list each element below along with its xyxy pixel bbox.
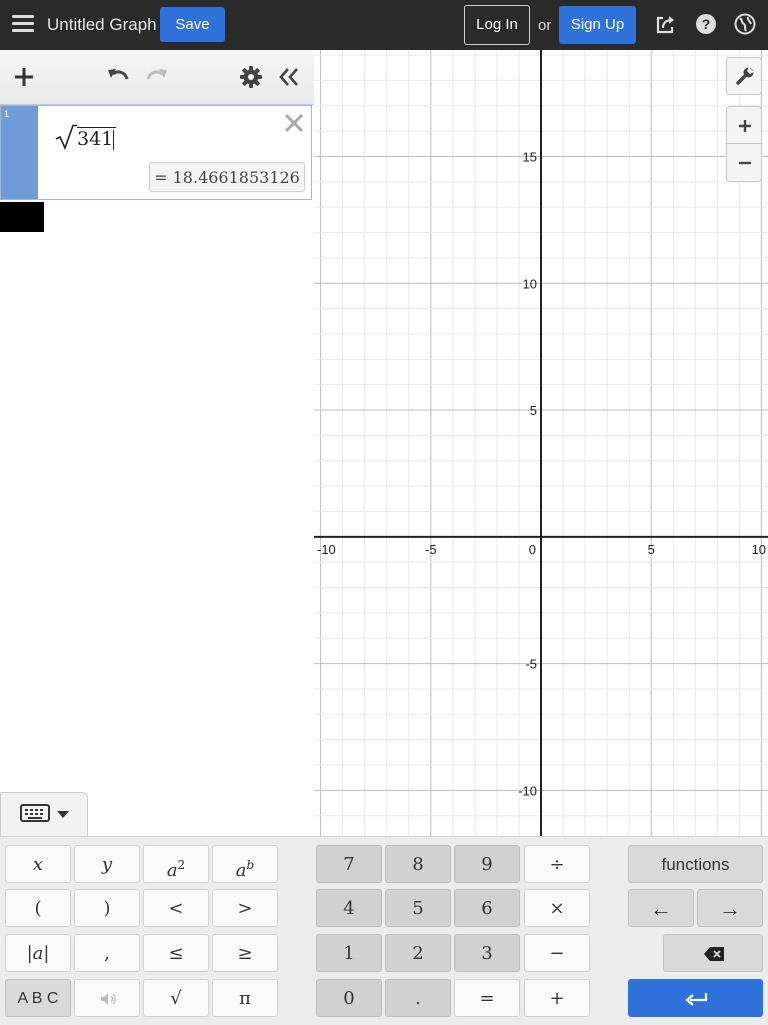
key-8[interactable]: 8 [385,845,451,883]
undo-icon[interactable] [105,64,131,90]
save-button[interactable]: Save [160,7,225,42]
expression-input[interactable]: 341 [55,124,117,150]
x-tick-label: 0 [529,542,536,557]
globe-icon[interactable] [734,13,756,35]
functions-button[interactable]: functions [628,845,763,883]
x-tick-label: 5 [648,542,655,557]
key-a-squared[interactable]: a2 [143,845,209,883]
expression-color-tab[interactable]: 1 [1,106,38,199]
graph-paper[interactable]: -10 -5 0 5 10 15 10 5 -5 -10 [314,50,768,836]
key-comma[interactable]: , [74,934,140,972]
backspace-icon [704,947,724,961]
y-tick-label: 5 [530,403,537,418]
y-tick-label: 10 [523,276,537,291]
zoom-out-icon [739,161,751,165]
keyboard-icon [20,804,50,822]
key-minus[interactable]: − [524,934,590,972]
zoom-in-button[interactable] [726,106,762,144]
key-7[interactable]: 7 [316,845,382,883]
key-a-power-b[interactable]: ab [212,845,278,883]
key-greater-than[interactable]: > [212,889,278,927]
x-tick-label: 10 [752,542,766,557]
key-2[interactable]: 2 [385,934,451,972]
key-plus[interactable]: + [524,979,590,1017]
zoom-out-button[interactable] [726,144,762,182]
y-tick-label: -5 [525,657,537,672]
or-text: or [538,17,552,34]
expression-index: 1 [4,109,10,119]
key-less-than[interactable]: < [143,889,209,927]
audio-button[interactable] [74,979,140,1017]
keyboard-toggle-button[interactable] [0,792,88,837]
expression-row[interactable]: 1 341 = 18.4661853126 [0,105,312,200]
key-pi[interactable]: π [212,979,278,1017]
hamburger-menu-icon[interactable] [10,12,36,38]
graph-settings-button[interactable] [726,57,762,95]
graph-title[interactable]: Untitled Graph [47,15,157,35]
abc-keyboard-button[interactable]: A B C [5,979,71,1017]
sqrt-symbol-icon [55,124,77,150]
gear-icon[interactable] [238,64,264,90]
key-multiply[interactable]: × [524,889,590,927]
key-0[interactable]: 0 [316,979,382,1017]
key-greater-equal[interactable]: ≥ [212,934,278,972]
math-keypad: x y a2 ab 7 8 9 ÷ functions ( ) < > 4 5 … [0,836,768,1025]
text-cursor [113,130,115,150]
expression-radicand: 341 [77,127,117,150]
key-9[interactable]: 9 [454,845,520,883]
x-tick-label: -10 [317,542,336,557]
key-6[interactable]: 6 [454,889,520,927]
key-4[interactable]: 4 [316,889,382,927]
svg-text:?: ? [702,16,711,32]
expression-result: = 18.4661853126 [149,162,305,192]
login-button[interactable]: Log In [464,5,530,45]
y-tick-label: -10 [518,783,537,798]
wrench-icon [736,67,754,85]
redo-icon[interactable] [144,64,170,90]
key-equals[interactable]: = [454,979,520,1017]
key-close-paren[interactable]: ) [74,889,140,927]
collapse-panel-icon[interactable] [276,64,302,90]
expression-toolbar [0,50,314,105]
x-tick-label: -5 [425,542,437,557]
help-icon[interactable]: ? [695,13,717,35]
enter-key[interactable] [628,979,763,1017]
redacted-block [0,202,44,232]
zoom-in-icon [739,120,751,132]
add-icon[interactable] [11,64,37,90]
delete-expression-icon[interactable] [283,112,305,134]
left-arrow-key[interactable]: ← [628,889,694,927]
key-open-paren[interactable]: ( [5,889,71,927]
key-decimal[interactable]: . [385,979,451,1017]
graph-canvas[interactable]: -10 -5 0 5 10 15 10 5 -5 -10 [314,50,768,836]
right-arrow-key[interactable]: → [697,889,763,927]
key-x[interactable]: x [5,845,71,883]
enter-icon [685,993,708,1006]
key-divide[interactable]: ÷ [524,845,590,883]
key-y[interactable]: y [74,845,140,883]
speaker-icon [101,993,116,1005]
key-3[interactable]: 3 [454,934,520,972]
share-icon[interactable] [655,13,677,35]
key-sqrt[interactable]: √ [143,979,209,1017]
key-1[interactable]: 1 [316,934,382,972]
key-5[interactable]: 5 [385,889,451,927]
key-absolute-value[interactable]: |a| [5,934,71,972]
y-tick-label: 15 [523,149,537,164]
expression-panel: 1 341 = 18.4661853126 [0,50,314,836]
top-bar: Untitled Graph Save Log In or Sign Up ? [0,0,768,50]
caret-down-icon [57,811,69,818]
backspace-key[interactable] [663,934,763,972]
signup-button[interactable]: Sign Up [559,6,636,44]
key-less-equal[interactable]: ≤ [143,934,209,972]
